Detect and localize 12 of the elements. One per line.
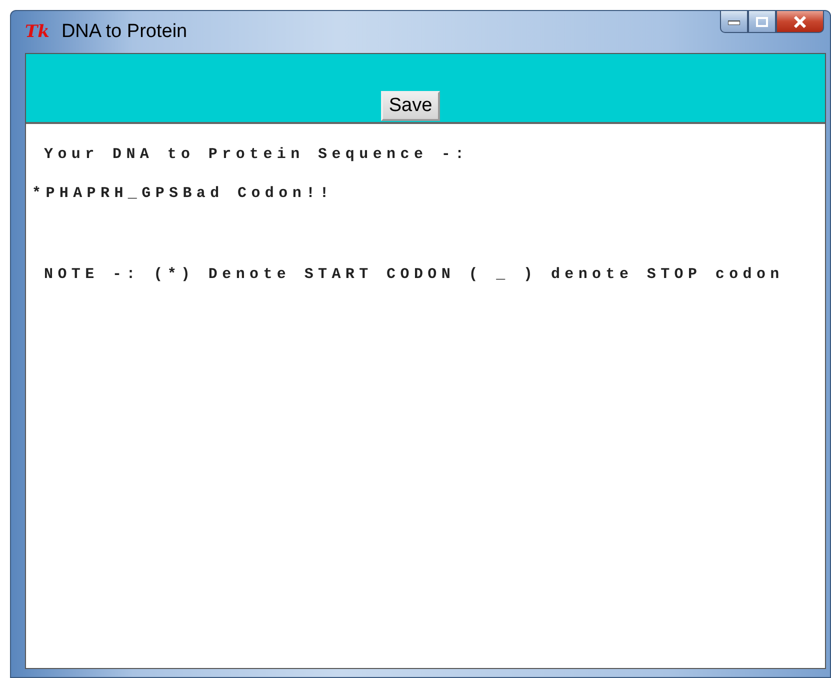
output-line: *PHAPRH_GPSBad Codon!! xyxy=(31,185,334,202)
minimize-button[interactable] xyxy=(720,11,748,33)
app-logo: Tk xyxy=(25,22,50,42)
maximize-button[interactable] xyxy=(748,11,776,33)
output-line: NOTE -: (*) Denote START CODON ( _ ) denote STOP codon xyxy=(43,266,785,283)
maximize-icon xyxy=(756,16,768,26)
save-button[interactable]: Save xyxy=(380,91,440,121)
close-button[interactable] xyxy=(776,11,824,33)
minimize-icon xyxy=(728,18,740,24)
close-icon xyxy=(793,16,807,28)
output-line: Your DNA to Protein Sequence -: xyxy=(43,146,470,163)
window-title: DNA to Protein xyxy=(61,21,188,43)
